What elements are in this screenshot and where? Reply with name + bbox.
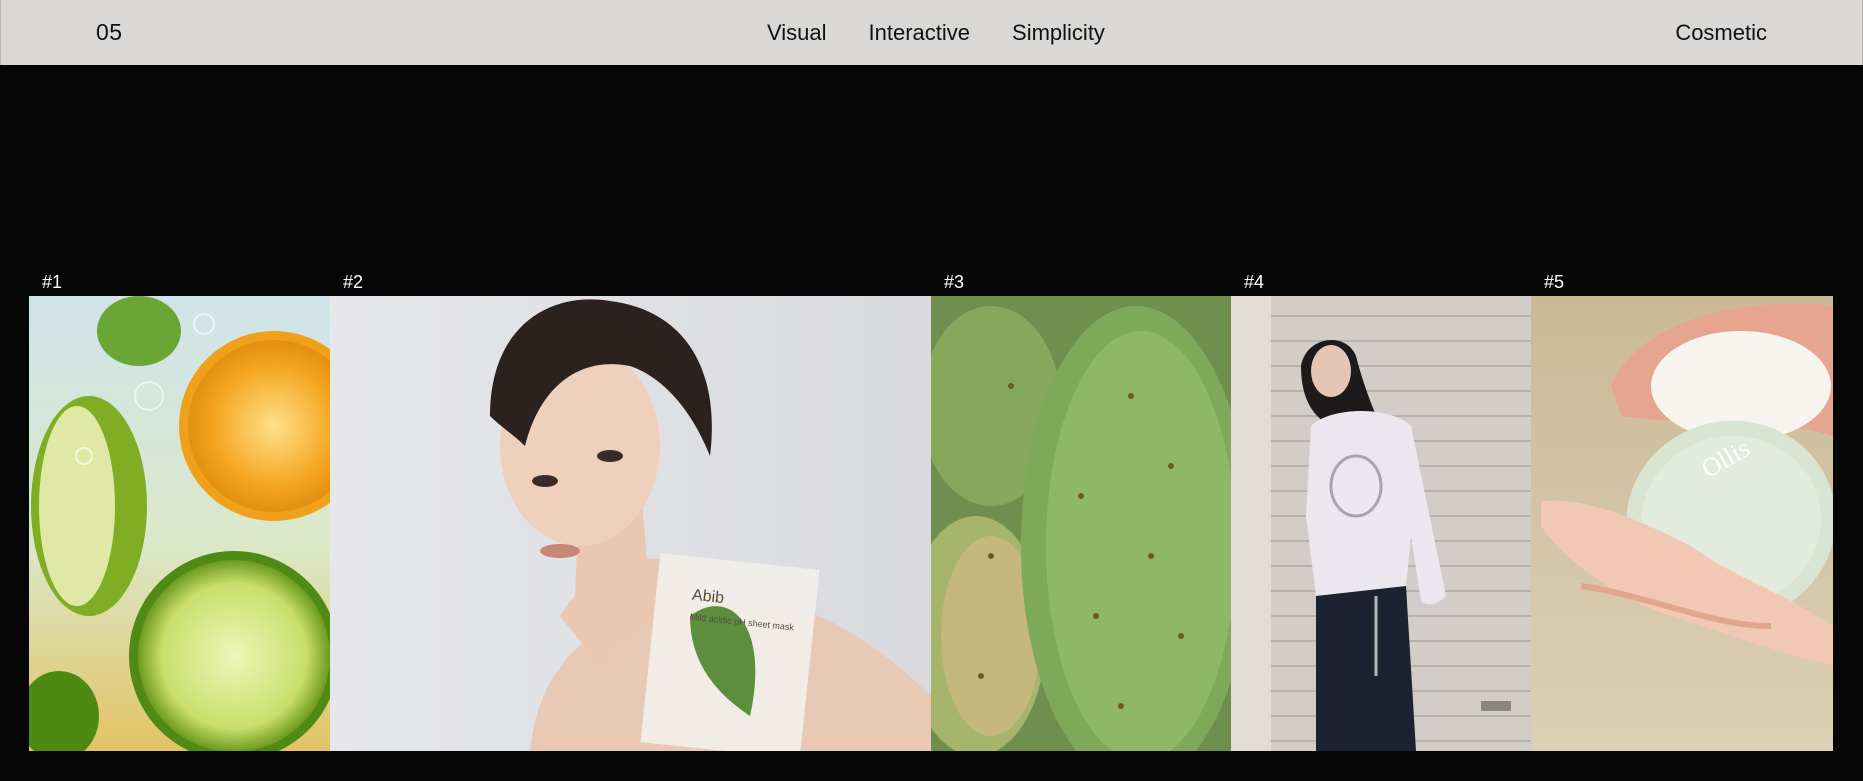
page: 05 Visual Interactive Simplicity Cosmeti… (0, 0, 1863, 781)
gallery-item-label: #4 (1244, 272, 1265, 292)
gallery-item-label: #5 (1544, 272, 1565, 292)
nav-link-visual[interactable]: Visual (767, 20, 827, 46)
hands-with-soap-bar-image[interactable]: Ollis (1531, 296, 1833, 751)
nav-link-interactive[interactable]: Interactive (869, 20, 971, 46)
brand-label[interactable]: Cosmetic (1675, 20, 1767, 46)
main-nav: Visual Interactive Simplicity (767, 20, 1105, 46)
model-in-sweatshirt-image[interactable] (1231, 296, 1531, 751)
gallery-item-label: #1 (42, 272, 63, 292)
citrus-slices-image[interactable] (29, 296, 330, 751)
nav-link-simplicity[interactable]: Simplicity (1012, 20, 1105, 46)
mask-brand-text: Abib (691, 587, 725, 607)
top-bar: 05 Visual Interactive Simplicity Cosmeti… (0, 0, 1863, 65)
section-index: 05 (96, 19, 123, 45)
model-with-sheet-mask-image[interactable]: Abib Mild acidic pH sheet mask (330, 296, 931, 751)
gallery-item-label: #3 (944, 272, 965, 292)
gallery-item-label: #2 (343, 272, 364, 292)
cactus-pads-image[interactable] (931, 296, 1231, 751)
